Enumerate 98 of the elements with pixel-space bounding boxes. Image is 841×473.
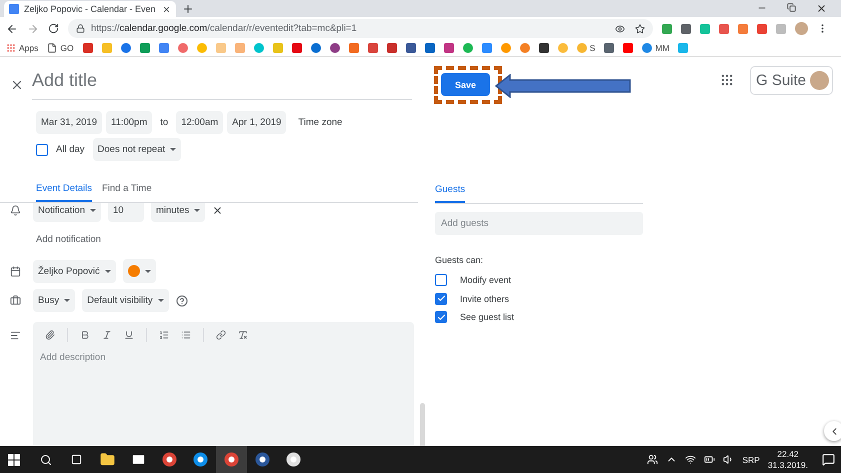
numbered-list-icon[interactable] (159, 330, 169, 340)
notification-value-field[interactable]: 10 (108, 203, 144, 222)
all-day-label: All day (55, 144, 86, 155)
bookmark-star-icon[interactable] (635, 24, 645, 34)
bulleted-list-icon[interactable] (181, 330, 191, 340)
to-label: to (159, 117, 170, 128)
repeat-dropdown[interactable]: Does not repeat (92, 138, 182, 161)
add-guests-field[interactable]: Add guests (435, 212, 643, 235)
wifi-icon[interactable] (685, 454, 696, 465)
language-indicator[interactable]: SRP (742, 454, 760, 464)
round-app-icon (162, 452, 177, 467)
extension-icon[interactable] (757, 24, 767, 34)
reload-icon[interactable] (48, 23, 59, 34)
extension-icon[interactable] (719, 24, 729, 34)
link-icon[interactable] (216, 330, 226, 340)
start-time-field[interactable]: 11:00pm (106, 111, 152, 134)
help-icon[interactable] (176, 294, 188, 306)
description-box[interactable]: Add description (33, 322, 414, 446)
round-app-icon (193, 452, 208, 467)
task-view-icon[interactable] (71, 454, 82, 465)
title-field[interactable]: Add title (32, 70, 412, 100)
apps-grid-icon[interactable] (720, 73, 734, 87)
remove-icon[interactable] (212, 205, 224, 216)
permission-checkbox[interactable] (435, 292, 447, 305)
folder-icon (100, 452, 115, 467)
extension-icon[interactable] (662, 24, 672, 34)
permission-label: Invite others (460, 294, 510, 304)
attach-icon[interactable] (45, 330, 55, 340)
bell-icon (10, 205, 21, 216)
round-app-icon (224, 452, 239, 467)
suite-badge[interactable]: G Suite (750, 66, 833, 95)
bookmark-icon[interactable] (424, 43, 435, 53)
bookmark-icon[interactable] (386, 43, 397, 53)
document-icon (255, 452, 270, 467)
back-icon[interactable] (6, 22, 18, 34)
battery-icon[interactable] (704, 454, 716, 465)
end-date-field[interactable]: Apr 1, 2019 (227, 111, 286, 134)
restore-icon[interactable] (787, 3, 796, 12)
calendar-dropdown[interactable]: Željko Popović (33, 260, 116, 282)
bookmark-icon[interactable] (330, 43, 340, 53)
add-notification-link[interactable]: Add notification (0, 234, 423, 245)
details-tab[interactable]: Find a Time (102, 181, 152, 202)
description-icon (10, 330, 21, 341)
italic-icon[interactable] (102, 330, 112, 340)
apps-icon[interactable] (6, 43, 16, 53)
guests-tab[interactable]: Guests (435, 184, 466, 203)
search-icon[interactable] (40, 454, 52, 466)
mail-icon (131, 452, 146, 467)
calendar-favicon-icon (9, 4, 19, 14)
notification-unit-dropdown[interactable]: minutes (151, 203, 206, 222)
guests-can-label: Guests can: (435, 255, 484, 265)
taskbar-app[interactable] (216, 446, 247, 473)
start-date-field[interactable]: Mar 31, 2019 (36, 111, 102, 134)
permission-checkbox[interactable] (435, 274, 447, 286)
new-tab-icon[interactable] (182, 2, 194, 14)
people-icon[interactable] (647, 454, 658, 465)
bookmark-label[interactable]: MM (655, 43, 670, 53)
close-tab-icon[interactable] (162, 4, 171, 14)
description-field[interactable]: Add description (38, 350, 409, 443)
close-icon[interactable] (10, 78, 24, 92)
expand-panel-button[interactable] (824, 421, 841, 441)
end-time-field[interactable]: 12:00am (176, 111, 224, 134)
notification-center-icon[interactable] (822, 453, 835, 466)
visibility-dropdown[interactable]: Default visibility (82, 289, 169, 312)
all-day-checkbox[interactable] (36, 144, 48, 156)
volume-icon[interactable] (723, 454, 734, 465)
bookmark-icon[interactable] (406, 43, 416, 53)
time-zone-link[interactable]: Time zone (290, 117, 346, 128)
clear-format-icon[interactable] (238, 330, 248, 340)
browser-tab[interactable]: Zeljko Popovic - Calendar - Even (4, 1, 176, 17)
palette-icon (286, 452, 301, 467)
calendar-icon (10, 266, 21, 276)
color-dropdown[interactable] (122, 259, 156, 283)
eye-icon[interactable] (615, 24, 625, 34)
apps-label[interactable]: Apps (19, 43, 38, 53)
save-button[interactable]: Save (441, 73, 490, 96)
windows-logo-icon[interactable] (8, 454, 20, 466)
permission-label: Modify event (460, 275, 512, 286)
bookmark-icon[interactable] (604, 43, 614, 53)
bookmark-label[interactable]: S (590, 43, 596, 53)
permission-label: See guest list (460, 312, 514, 322)
extension-icon[interactable] (738, 24, 748, 34)
lock-icon (76, 24, 85, 33)
bookmark-label[interactable]: GO (60, 43, 74, 53)
permission-checkbox[interactable] (435, 311, 447, 324)
apps-bookmark[interactable]: Apps (6, 43, 38, 53)
extension-icon[interactable] (681, 24, 691, 34)
clock-date[interactable]: 31.3.2019. (768, 460, 808, 470)
briefcase-icon (10, 295, 21, 306)
address-bar[interactable]: https://calendar.google.com/calendar/r/eventedit?tab=mc&pli=1 (68, 19, 653, 38)
notification-type-dropdown[interactable]: Notification (33, 203, 101, 222)
bookmark-icon[interactable] (538, 43, 549, 53)
page-icon[interactable] (47, 43, 58, 53)
clock-time[interactable]: 22.42 (777, 448, 799, 460)
availability-dropdown[interactable]: Busy (33, 289, 76, 312)
close-icon[interactable] (816, 3, 827, 14)
bold-icon[interactable] (80, 330, 90, 340)
underline-icon[interactable] (124, 330, 134, 340)
